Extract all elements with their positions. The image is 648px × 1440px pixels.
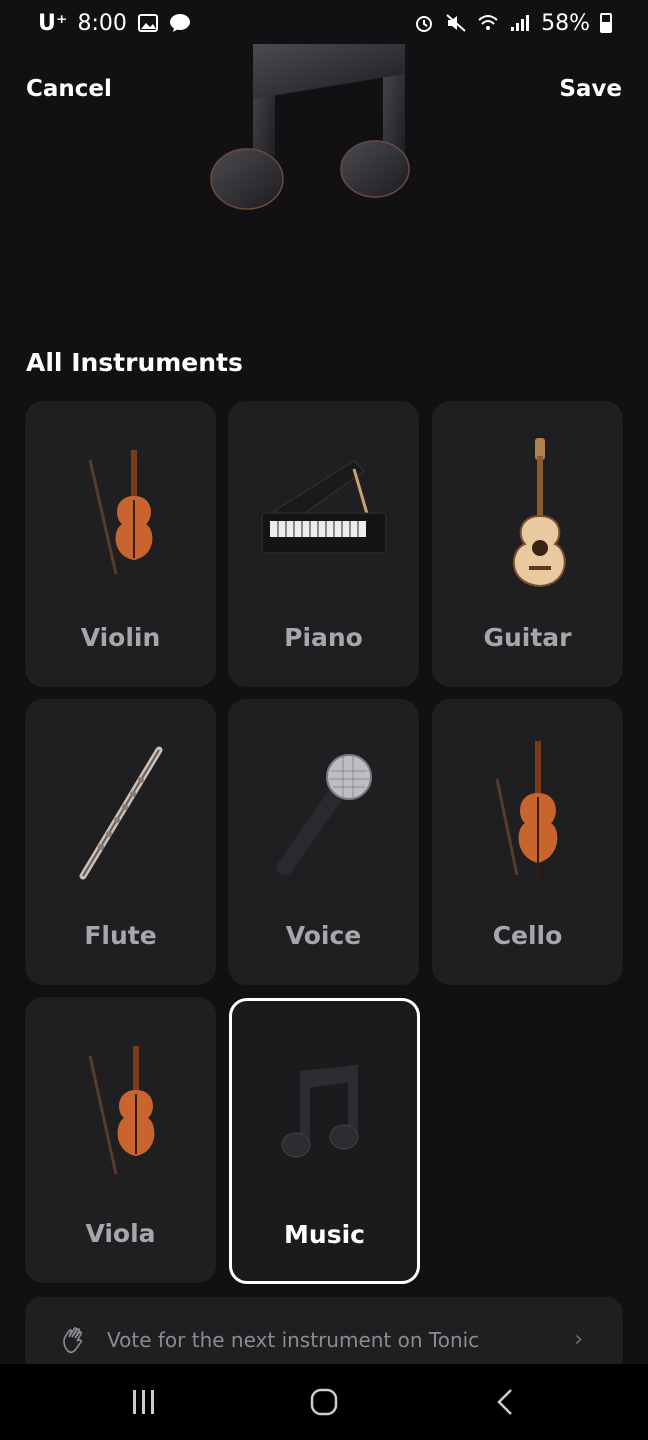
guitar-icon	[512, 438, 566, 588]
gallery-icon	[137, 14, 158, 32]
cancel-button[interactable]: Cancel	[26, 76, 112, 102]
instrument-card-violin[interactable]: Violin	[25, 401, 216, 687]
instrument-label: Music	[284, 1220, 365, 1249]
recent-apps-button[interactable]	[124, 1382, 164, 1422]
system-nav-bar	[0, 1364, 648, 1440]
talk-icon	[169, 14, 190, 32]
wifi-icon	[478, 15, 498, 30]
home-icon	[310, 1388, 338, 1416]
save-button[interactable]: Save	[559, 76, 622, 102]
instrument-label: Viola	[85, 1219, 156, 1248]
wave-hand-icon	[63, 1327, 83, 1354]
status-left: U⁺ 8:00	[38, 11, 191, 36]
viola-icon	[88, 1046, 154, 1175]
instrument-card-guitar[interactable]: Guitar	[432, 401, 623, 687]
instrument-card-music[interactable]: Music	[229, 998, 420, 1284]
home-button[interactable]	[304, 1382, 344, 1422]
instrument-label: Cello	[492, 921, 563, 950]
instrument-card-flute[interactable]: Flute	[25, 699, 216, 985]
selected-music-note-icon	[210, 44, 410, 210]
section-title: All Instruments	[26, 348, 243, 377]
back-icon	[497, 1389, 512, 1415]
recents-icon	[133, 1390, 154, 1414]
instrument-label: Piano	[284, 623, 363, 652]
chevron-right-icon: ›	[574, 1327, 583, 1352]
flute-icon	[79, 746, 162, 880]
instrument-label: Violin	[80, 623, 161, 652]
instrument-card-voice[interactable]: Voice	[228, 699, 419, 985]
signal-icon	[511, 15, 530, 31]
music-note-icon	[281, 1065, 358, 1158]
status-bar: U⁺ 8:00 58%	[0, 0, 648, 46]
instrument-label: Guitar	[483, 623, 572, 652]
status-time: 8:00	[77, 10, 127, 36]
alarm-icon	[416, 16, 433, 32]
violin-icon	[88, 450, 152, 575]
instrument-label: Voice	[285, 921, 362, 950]
battery-icon	[600, 13, 612, 33]
microphone-icon	[276, 754, 372, 875]
instrument-card-piano[interactable]: Piano	[228, 401, 419, 687]
instrument-label: Flute	[84, 921, 157, 950]
mute-icon	[446, 14, 466, 32]
cello-icon	[495, 741, 557, 879]
instrument-card-cello[interactable]: Cello	[432, 699, 623, 985]
instrument-card-viola[interactable]: Viola	[25, 997, 216, 1283]
piano-icon	[261, 460, 386, 554]
carrier-label: U⁺	[38, 10, 68, 36]
status-right: 58%	[413, 11, 612, 36]
battery-percent: 58%	[541, 10, 590, 36]
vote-text: Vote for the next instrument on Tonic	[107, 1328, 480, 1352]
back-button[interactable]	[486, 1382, 526, 1422]
